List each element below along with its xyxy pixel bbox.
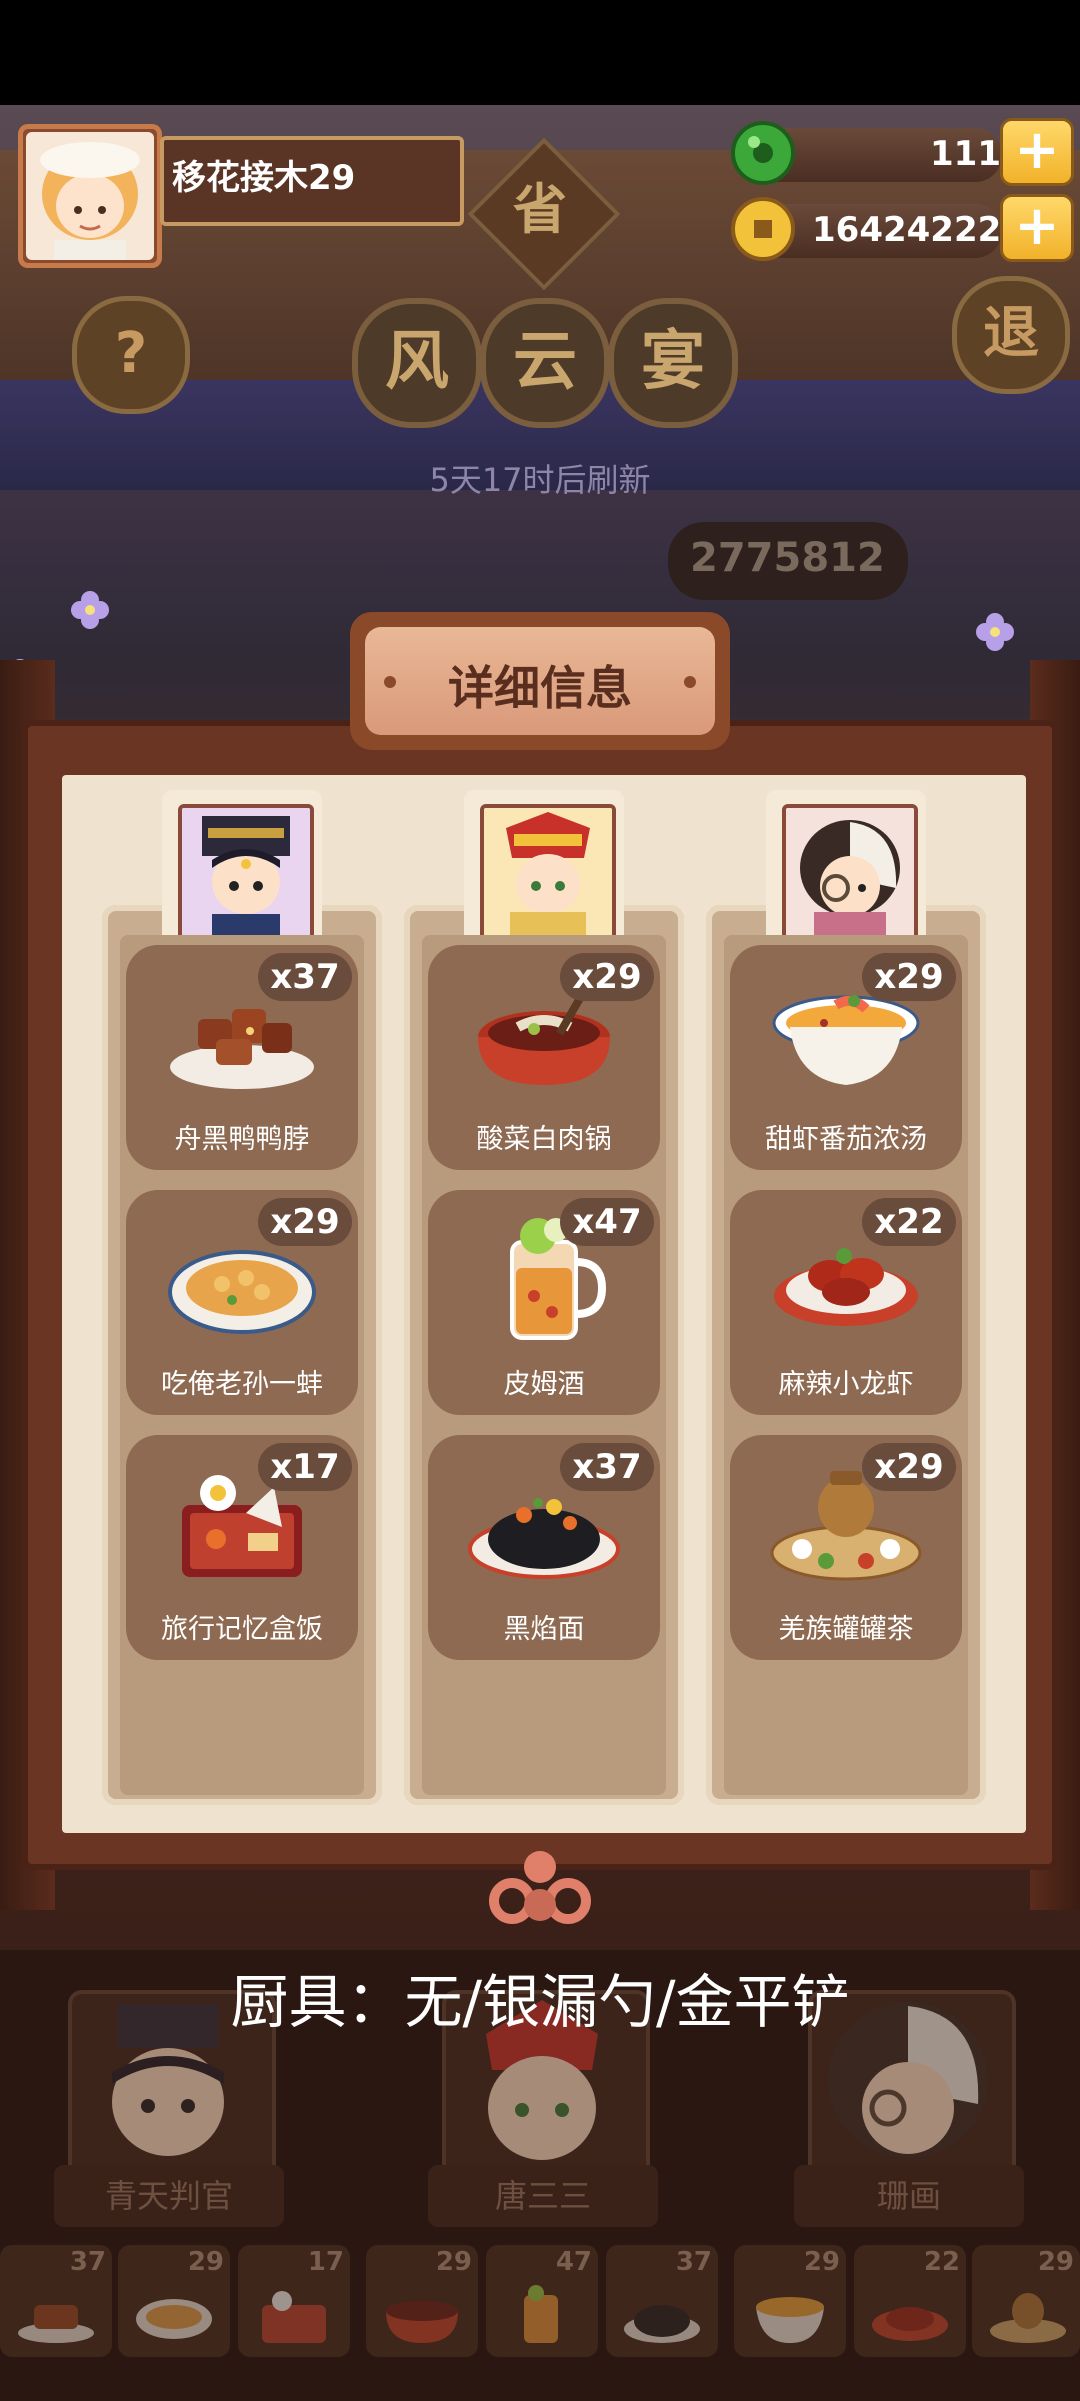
dish-card[interactable]: x37 舟黑鸭鸭脖 — [126, 945, 358, 1170]
dish-name: 旅行记忆盒饭 — [161, 1614, 323, 1645]
dish-card[interactable]: x17 旅行记忆盒饭 — [126, 1435, 358, 1660]
chef-column: x29 酸菜白肉锅 x47 皮姆酒 x37 黑焰面 — [404, 790, 684, 1805]
title-char-yun: 云 — [480, 298, 610, 428]
dish-slot[interactable]: 22 — [854, 2245, 966, 2357]
chef-column: x37 舟黑鸭鸭脖 x29 吃俺老孙一蚌 x17 旅行记忆盒饭 — [102, 790, 382, 1805]
dish-name: 舟黑鸭鸭脖 — [174, 1124, 310, 1155]
coin-value: 16424222 — [812, 210, 1002, 250]
add-coin-button[interactable]: + — [1000, 194, 1074, 262]
dish-card[interactable]: x22 麻辣小龙虾 — [730, 1190, 962, 1415]
chef-name-plate: 青天判官 — [54, 2165, 284, 2227]
dish-name: 麻辣小龙虾 — [778, 1369, 914, 1400]
dish-card[interactable]: x29 酸菜白肉锅 — [428, 945, 660, 1170]
knot-ornament-icon — [488, 1845, 592, 1935]
dish-count: x29 — [258, 1198, 352, 1246]
player-avatar[interactable] — [18, 124, 162, 268]
exit-button[interactable]: 退 — [952, 276, 1070, 394]
dish-count: x47 — [560, 1198, 654, 1246]
flower-icon — [70, 590, 110, 630]
player-name: 移花接木29 — [172, 158, 356, 198]
add-jade-button[interactable]: + — [1000, 118, 1074, 186]
dish-name: 酸菜白肉锅 — [476, 1124, 612, 1155]
chef-judge-image — [178, 804, 314, 940]
dish-slot[interactable]: 29 — [734, 2245, 846, 2357]
refresh-timer: 5天17时后刷新 — [429, 461, 651, 499]
jade-icon — [730, 120, 796, 186]
dish-list: x37 舟黑鸭鸭脖 x29 吃俺老孙一蚌 x17 旅行记忆盒饭 — [120, 935, 364, 1795]
dish-list: x29 酸菜白肉锅 x47 皮姆酒 x37 黑焰面 — [422, 935, 666, 1795]
chef-name-plate: 珊画 — [794, 2165, 1024, 2227]
score-value: 2775812 — [690, 535, 885, 581]
chef-name-plate: 唐三三 — [428, 2165, 658, 2227]
dish-name: 黑焰面 — [503, 1614, 585, 1645]
title-char-yan: 宴 — [608, 298, 738, 428]
dish-list: x29 甜虾番茄浓汤 x22 麻辣小龙虾 x29 羌族罐罐茶 — [724, 935, 968, 1795]
dish-name: 羌族罐罐茶 — [778, 1614, 914, 1645]
dish-name: 皮姆酒 — [503, 1369, 585, 1400]
slot-count: 47 — [555, 2247, 592, 2277]
dish-count: x37 — [258, 953, 352, 1001]
cookware-subtitle: 厨具：无/银漏勺/金平铲 — [230, 1968, 850, 2036]
dish-card[interactable]: x47 皮姆酒 — [428, 1190, 660, 1415]
dish-slot[interactable]: 37 — [0, 2245, 112, 2357]
dish-name: 甜虾番茄浓汤 — [765, 1124, 927, 1155]
dish-slot[interactable]: 29 — [366, 2245, 478, 2357]
slot-count: 29 — [435, 2247, 472, 2277]
slot-count: 17 — [307, 2247, 344, 2277]
slot-count: 22 — [923, 2247, 960, 2277]
chef-column: x29 甜虾番茄浓汤 x22 麻辣小龙虾 x29 羌族罐罐茶 — [706, 790, 986, 1805]
dish-slot[interactable]: 37 — [606, 2245, 718, 2357]
chef-shanhua-image — [782, 804, 918, 940]
dish-slot[interactable]: 17 — [238, 2245, 350, 2357]
help-button[interactable]: ? — [72, 296, 190, 414]
dish-count: x29 — [560, 953, 654, 1001]
dish-card[interactable]: x29 甜虾番茄浓汤 — [730, 945, 962, 1170]
slot-count: 29 — [1037, 2247, 1074, 2277]
title-char-feng: 风 — [352, 298, 482, 428]
dish-name: 吃俺老孙一蚌 — [161, 1369, 323, 1400]
detail-board: x37 舟黑鸭鸭脖 x29 吃俺老孙一蚌 x17 旅行记忆盒饭 x29 酸菜白肉… — [62, 775, 1026, 1833]
slot-count: 29 — [187, 2247, 224, 2277]
dish-count: x22 — [862, 1198, 956, 1246]
status-bar-area — [0, 0, 1080, 105]
chef-portrait[interactable] — [162, 790, 322, 950]
dish-slot[interactable]: 29 — [972, 2245, 1080, 2357]
chef-portrait[interactable] — [766, 790, 926, 950]
slot-count: 29 — [803, 2247, 840, 2277]
dish-count: x37 — [560, 1443, 654, 1491]
slot-count: 37 — [675, 2247, 712, 2277]
dish-count: x29 — [862, 953, 956, 1001]
province-badge[interactable]: 省 — [490, 170, 590, 250]
dish-card[interactable]: x29 吃俺老孙一蚌 — [126, 1190, 358, 1415]
slot-count: 37 — [69, 2247, 106, 2277]
dish-slot[interactable]: 29 — [118, 2245, 230, 2357]
dish-slot[interactable]: 47 — [486, 2245, 598, 2357]
chef-tang-image — [480, 804, 616, 940]
detail-title: 详细信息 — [448, 661, 632, 715]
dish-card[interactable]: x29 羌族罐罐茶 — [730, 1435, 962, 1660]
dish-count: x29 — [862, 1443, 956, 1491]
coin-icon — [730, 196, 796, 262]
dish-count: x17 — [258, 1443, 352, 1491]
flower-icon — [975, 612, 1015, 652]
dish-card[interactable]: x37 黑焰面 — [428, 1435, 660, 1660]
chef-portrait[interactable] — [464, 790, 624, 950]
